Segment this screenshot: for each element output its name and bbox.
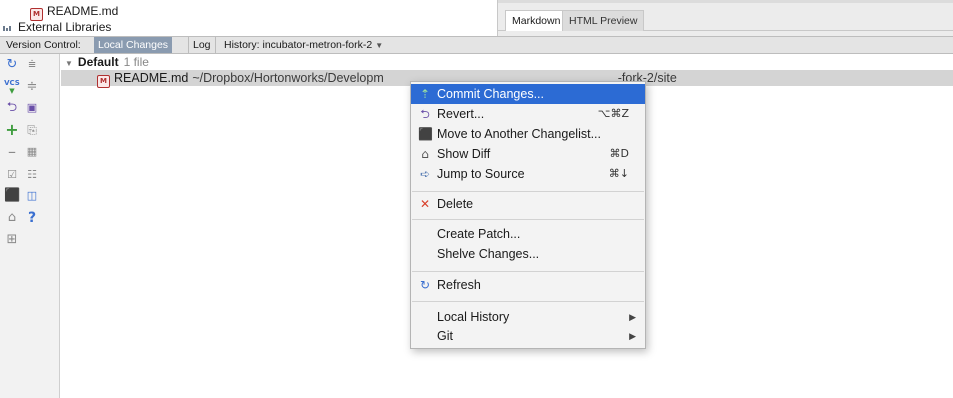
menu-item-label: Delete [437, 197, 474, 211]
menu-item-shortcut: ⌘D [609, 147, 629, 160]
menu-item-label: Git [437, 329, 453, 343]
project-tree-item-external-libraries[interactable]: External Libraries [3, 19, 112, 34]
changelist-row-default[interactable]: ▼ Default 1 file [65, 55, 149, 69]
changed-file-name: README.md [114, 71, 189, 85]
revert-icon: ⮌ [420, 107, 430, 121]
vcs-update-icon[interactable]: VCS ▼ [4, 79, 20, 95]
submenu-arrow-icon: ▶ [629, 331, 636, 341]
expand-all-icon[interactable]: ⩧ [24, 57, 40, 73]
menu-item-delete[interactable]: ✕ Delete [411, 194, 645, 214]
menu-item-move-to-changelist[interactable]: ⬛ Move to Another Changelist... [411, 124, 645, 144]
project-tree-strip: M README.md External Libraries Markdown H… [0, 0, 953, 36]
collapse-all-icon[interactable]: ≑ [24, 79, 40, 95]
group-icon[interactable]: ▦ [24, 144, 40, 160]
triangle-down-icon[interactable]: ▼ [65, 59, 73, 68]
menu-item-refresh[interactable]: ↻ Refresh [411, 275, 645, 295]
menu-item-label: Create Patch... [437, 227, 521, 241]
menu-item-git[interactable]: Git ▶ [411, 326, 645, 346]
menu-separator [412, 271, 644, 272]
refresh-icon: ↻ [419, 278, 431, 292]
checkbox-icon[interactable]: ☑ [4, 167, 20, 183]
markdown-file-icon: M [97, 75, 110, 88]
add-icon[interactable]: + [4, 122, 20, 138]
tab-markdown[interactable]: Markdown [505, 10, 568, 31]
delete-icon: ✕ [419, 197, 431, 211]
menu-item-label: Shelve Changes... [437, 247, 540, 261]
list-icon[interactable]: ☷ [24, 167, 40, 183]
vcs-left-toolbar: ↻ VCS ▼ ⮌ + – ☑ ⬛ ⌂ ⊞ ⩧ ≑ ▣ ⎘ ▦ ☷ ◫ ? [0, 54, 60, 398]
revert-icon[interactable]: ⮌ [4, 100, 20, 116]
library-icon [3, 19, 14, 31]
menu-item-label: Refresh [437, 278, 481, 292]
tab-local-changes[interactable]: Local Changes [94, 37, 173, 53]
changelist-file-count: 1 file [123, 55, 149, 69]
menu-item-commit-changes[interactable]: ⇡ Commit Changes... [411, 84, 645, 104]
changelist-icon[interactable]: ▣ [24, 100, 40, 116]
submenu-arrow-icon: ▶ [629, 312, 636, 322]
menu-separator [412, 191, 644, 192]
menu-item-local-history[interactable]: Local History ▶ [411, 307, 645, 327]
menu-item-show-diff[interactable]: ⌂ Show Diff ⌘D [411, 144, 645, 164]
tab-history[interactable]: History: incubator-metron-fork-2 ▼ [220, 37, 387, 53]
menu-item-label: Local History [437, 310, 510, 324]
menu-item-create-patch[interactable]: Create Patch... [411, 224, 645, 244]
menu-separator [412, 219, 644, 220]
help-icon[interactable]: ? [24, 210, 40, 226]
version-control-title: Version Control: [6, 39, 81, 51]
shelf-icon[interactable]: ⊞ [4, 232, 20, 248]
menu-item-label: Move to Another Changelist... [437, 127, 601, 141]
menu-item-label: Jump to Source [437, 167, 525, 181]
changed-file-path: ~/Dropbox/Hortonworks/Developm [192, 71, 384, 85]
show-diff-icon[interactable]: ⌂ [4, 210, 20, 226]
menu-item-label: Show Diff [437, 147, 491, 161]
project-tree-item-readme[interactable]: M README.md [30, 3, 119, 21]
show-diff-icon: ⌂ [421, 147, 429, 161]
remove-icon[interactable]: – [4, 144, 20, 160]
menu-item-shortcut: ⌥⌘Z [597, 107, 629, 120]
jump-to-source-icon: ➪ [419, 167, 431, 181]
preview-icon[interactable]: ◫ [24, 188, 40, 204]
project-tree-item-label: README.md [47, 4, 119, 18]
menu-item-jump-to-source[interactable]: ➪ Jump to Source ⌘↓ [411, 164, 645, 184]
menu-item-revert[interactable]: ⮌ Revert... ⌥⌘Z [411, 104, 645, 124]
project-tree-item-label: External Libraries [18, 20, 112, 34]
move-icon[interactable]: ⬛ [4, 188, 20, 204]
editor-tab-bar: Markdown HTML Preview [497, 0, 953, 36]
menu-item-shortcut: ⌘↓ [608, 167, 629, 180]
context-menu: ⇡ Commit Changes... ⮌ Revert... ⌥⌘Z ⬛ Mo… [410, 81, 646, 349]
menu-item-shelve-changes[interactable]: Shelve Changes... [411, 244, 645, 264]
tab-html-preview[interactable]: HTML Preview [562, 10, 645, 31]
menu-separator [412, 301, 644, 302]
move-changelist-icon: ⬛ [418, 127, 433, 141]
menu-item-label: Revert... [437, 107, 485, 121]
changelist-name: Default [77, 55, 119, 69]
refresh-icon[interactable]: ↻ [4, 57, 20, 73]
editor-tab-bar-top-border [498, 0, 953, 3]
commit-icon: ⇡ [419, 87, 431, 101]
copy-icon[interactable]: ⎘ [24, 122, 40, 138]
chevron-down-icon: ▼ [375, 41, 384, 50]
version-control-tab-bar: Version Control: Local Changes Log Histo… [0, 36, 953, 54]
tab-log[interactable]: Log [188, 37, 216, 53]
menu-item-label: Commit Changes... [437, 87, 544, 101]
tab-history-label: History: incubator-metron-fork-2 [224, 39, 373, 51]
